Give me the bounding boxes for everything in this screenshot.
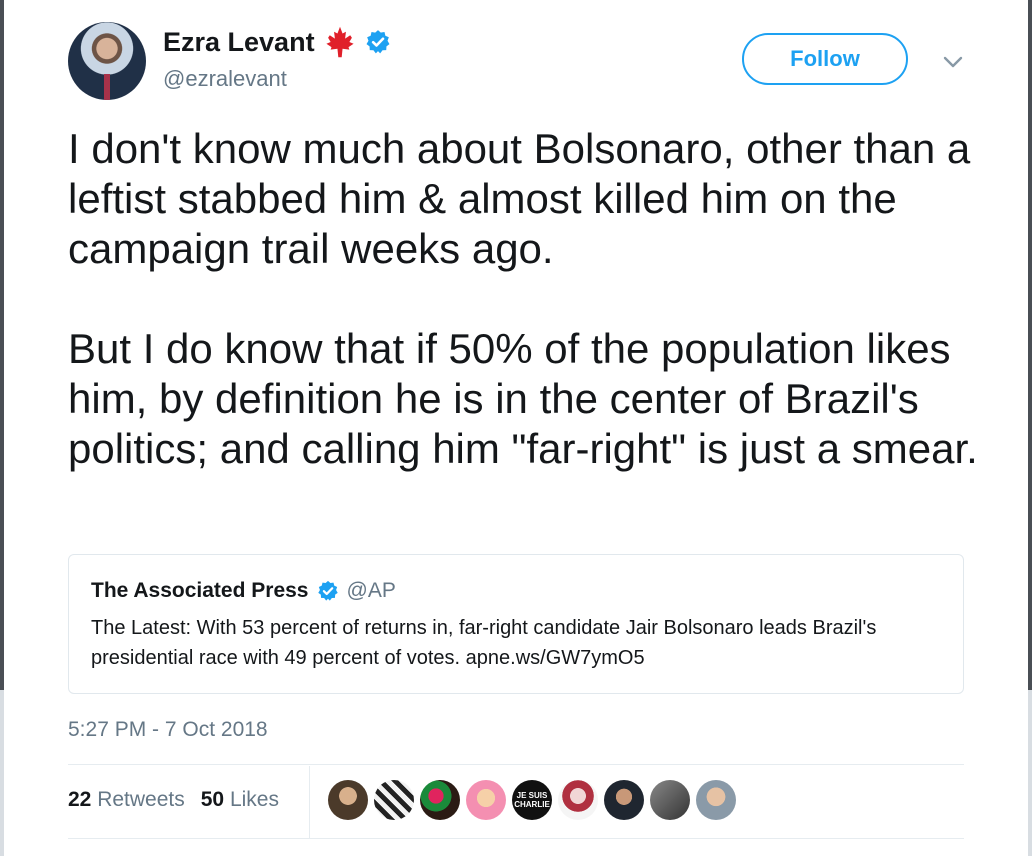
tweet-stats: 22 Retweets 50 Likes [68,788,279,812]
window-edge-left-lower [0,690,4,856]
quoted-author-handle: @AP [346,579,396,602]
liker-avatar[interactable] [374,780,414,820]
author-handle[interactable]: @ezralevant [163,66,287,92]
liker-badge-text: CHARLIE [514,800,550,809]
likes-count: 50 [200,788,225,811]
likes-label: Likes [229,788,279,811]
retweets-count: 22 [68,788,92,811]
retweets-stat[interactable]: 22 Retweets [68,788,185,812]
follow-button[interactable]: Follow [742,33,908,85]
quoted-author-name: The Associated Press [91,579,309,602]
author-name-line: Ezra Levant [163,24,391,60]
tweet-paragraph: I don't know much about Bolsonaro, other… [68,125,971,272]
liker-avatar[interactable]: JE SUIS CHARLIE [512,780,552,820]
liker-avatar[interactable] [328,780,368,820]
avatar-tie [104,74,110,100]
verified-icon [317,580,338,601]
liker-avatar[interactable] [604,780,644,820]
likes-stat[interactable]: 50 Likes [201,788,279,812]
liker-avatar[interactable] [696,780,736,820]
liker-avatar[interactable] [466,780,506,820]
quoted-tweet-text: The Latest: With 53 percent of returns i… [91,617,877,669]
author-display-name[interactable]: Ezra Levant [163,27,315,58]
author-avatar[interactable] [68,22,146,100]
window-edge-left [0,0,4,690]
tweet-paragraph: But I do know that if 50% of the populat… [68,325,978,472]
chevron-down-icon[interactable] [940,52,966,72]
liker-avatar[interactable] [558,780,598,820]
liker-badge-text: JE SUIS [516,791,548,800]
verified-icon [366,30,390,54]
quoted-tweet-header: The Associated Press @AP [91,579,396,603]
divider [68,838,964,839]
window-edge-right-lower [1028,690,1032,856]
retweets-label: Retweets [97,788,185,811]
tweet-timestamp[interactable]: 5:27 PM - 7 Oct 2018 [68,718,268,742]
maple-leaf-icon [325,26,354,58]
divider [68,764,964,765]
stats-separator [309,766,310,838]
window-edge-right [1028,0,1032,690]
liker-avatar[interactable] [650,780,690,820]
quoted-tweet-card[interactable]: The Associated Press @AP The Latest: Wit… [68,554,964,694]
likers-avatars: JE SUIS CHARLIE [328,780,736,820]
liker-avatar[interactable] [420,780,460,820]
tweet-text: I don't know much about Bolsonaro, other… [68,124,988,474]
